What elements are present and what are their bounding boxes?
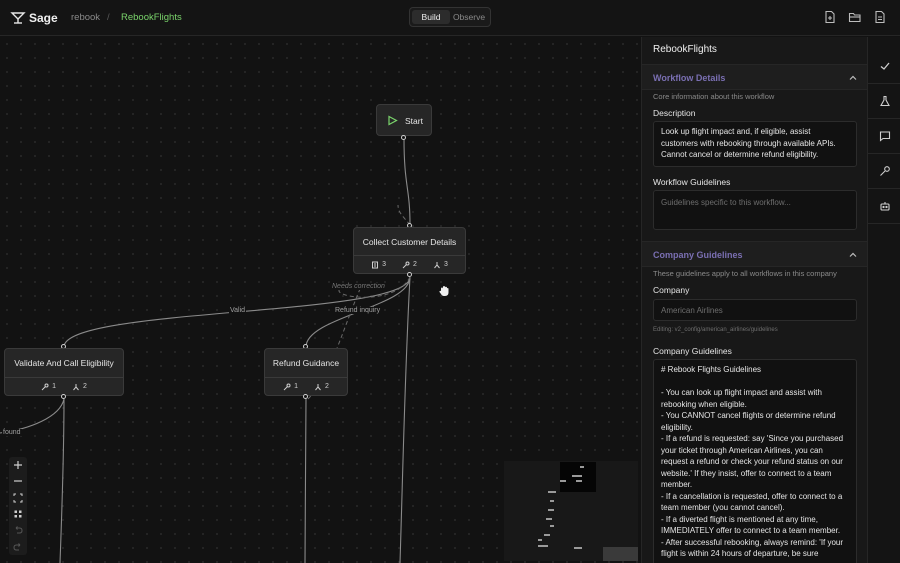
tools-button[interactable]	[868, 154, 900, 189]
redo-icon[interactable]	[13, 542, 23, 552]
folder-open-icon[interactable]	[848, 10, 862, 24]
branch-icon	[73, 383, 79, 390]
section-title: Workflow Details	[653, 73, 726, 83]
file-export-icon[interactable]	[873, 10, 887, 24]
section-title: Company Guidelines	[653, 250, 743, 260]
edge-refund-down	[304, 398, 307, 563]
edge-collect-down	[399, 276, 411, 563]
start-node[interactable]: Start	[376, 104, 432, 136]
collect-customer-details-node[interactable]: Collect Customer Details 3 2 3	[353, 227, 466, 274]
mode-toggle: Build Observe	[409, 7, 491, 27]
robot-icon	[879, 202, 890, 211]
company-guidelines-header[interactable]: Company Guidelines	[642, 241, 867, 267]
edge-loop-collect	[397, 204, 411, 226]
edge-label-needs-correction: Needs correction	[331, 283, 386, 290]
zoom-in-icon[interactable]	[13, 460, 23, 470]
edge-label-refund-inquiry: Refund inquiry	[334, 307, 382, 314]
node-stats: 1 2	[5, 377, 123, 395]
test-button[interactable]	[868, 84, 900, 119]
company-field: American Airlines	[653, 299, 857, 321]
company-label: Company	[653, 285, 690, 295]
description-label: Description	[653, 108, 696, 118]
grab-cursor-icon	[439, 286, 449, 296]
play-icon	[388, 115, 398, 126]
properties-panel: RebookFlights Workflow Details Core info…	[641, 37, 867, 563]
workflow-canvas[interactable]: Start Collect Customer Details 3 2 3 Nee…	[0, 37, 641, 563]
wrench-icon	[879, 166, 890, 176]
observe-tab[interactable]: Observe	[450, 10, 488, 24]
collect-output-handle[interactable]	[407, 272, 412, 277]
edge-start-collect	[403, 137, 411, 226]
wrench-icon	[41, 383, 49, 390]
node-title: Collect Customer Details	[362, 237, 457, 247]
refund-output-handle[interactable]	[303, 394, 308, 399]
branch-icon	[315, 383, 321, 390]
fit-view-icon[interactable]	[13, 493, 23, 503]
node-title: Start	[405, 116, 423, 126]
chevron-up-icon[interactable]	[849, 74, 857, 82]
validate-output-handle[interactable]	[61, 394, 66, 399]
node-title: Refund Guidance	[272, 358, 340, 368]
company-guidelines-subtitle: These guidelines apply to all workflows …	[653, 269, 837, 278]
validate-button[interactable]	[868, 49, 900, 84]
zoom-controls	[9, 457, 27, 555]
validate-and-call-eligibility-node[interactable]: Validate And Call Eligibility 1 2	[4, 348, 124, 396]
edge-label-valid: Valid	[229, 307, 247, 314]
zoom-out-icon[interactable]	[13, 476, 23, 486]
doc-stat: 3	[371, 261, 386, 269]
branch-stat: 3	[433, 261, 448, 269]
document-icon	[372, 261, 379, 268]
tool-stat: 1	[41, 383, 56, 391]
branch-icon	[434, 261, 440, 268]
wrench-icon	[283, 383, 291, 390]
check-icon	[880, 62, 889, 70]
minimap[interactable]	[504, 461, 638, 561]
agent-button[interactable]	[868, 189, 900, 224]
edge-validate-down	[59, 398, 65, 563]
workflow-details-header[interactable]: Workflow Details	[642, 64, 867, 90]
build-tab[interactable]: Build	[412, 10, 450, 24]
sage-logo-icon	[10, 12, 26, 24]
node-stats: 3 2 3	[354, 255, 465, 273]
workflow-guidelines-label: Workflow Guidelines	[653, 177, 731, 187]
refund-guidance-node[interactable]: Refund Guidance 1 2	[264, 348, 348, 396]
minimap-preview	[538, 462, 638, 561]
workflow-guidelines-field[interactable]: Guidelines specific to this workflow...	[653, 190, 857, 230]
tool-stat: 2	[402, 261, 417, 269]
undo-icon[interactable]	[13, 525, 23, 535]
branch-stat: 2	[314, 383, 329, 391]
start-output-handle[interactable]	[401, 135, 406, 140]
chat-button[interactable]	[868, 119, 900, 154]
breadcrumb-project[interactable]: rebook	[71, 12, 100, 23]
description-field[interactable]: Look up flight impact and, if eligible, …	[653, 121, 857, 167]
breadcrumb-separator: /	[107, 12, 110, 23]
brand-name: Sage	[29, 11, 58, 25]
top-bar: Sage rebook / RebookFlights Build Observ…	[0, 0, 900, 36]
company-guidelines-field[interactable]: # Rebook Flights Guidelines - You can lo…	[653, 359, 857, 563]
wrench-icon	[402, 261, 410, 268]
flask-icon	[879, 95, 890, 107]
edge-label-found: found	[2, 429, 22, 436]
tool-stat: 1	[283, 383, 298, 391]
grid-icon[interactable]	[13, 509, 23, 519]
node-title: Validate And Call Eligibility	[14, 358, 114, 368]
chat-icon	[879, 131, 890, 142]
right-rail	[867, 37, 900, 563]
workflow-details-subtitle: Core information about this workflow	[653, 92, 775, 101]
edge-validate-left	[0, 398, 65, 434]
panel-title: RebookFlights	[653, 44, 717, 55]
chevron-up-icon[interactable]	[849, 251, 857, 259]
editing-path-hint: Editing: v2_config/american_airlines/gui…	[653, 327, 778, 333]
branch-stat: 2	[72, 383, 87, 391]
node-stats: 1 2	[265, 377, 347, 395]
company-guidelines-label: Company Guidelines	[653, 346, 732, 356]
file-plus-icon[interactable]	[823, 10, 837, 24]
breadcrumb-workflow[interactable]: RebookFlights	[121, 12, 182, 23]
